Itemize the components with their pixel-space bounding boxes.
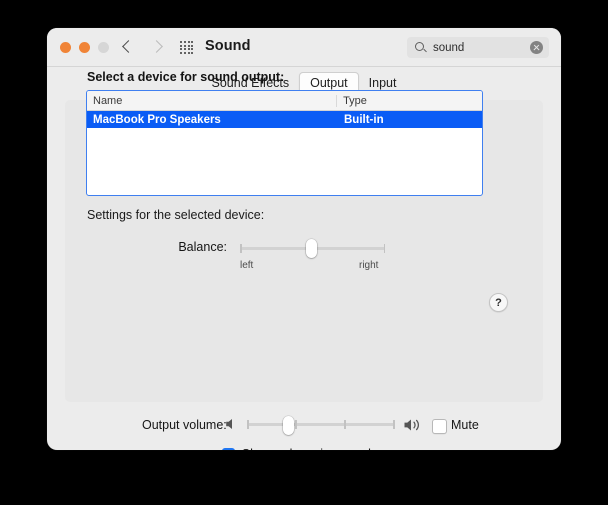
table-row[interactable]: MacBook Pro Speakers Built-in (87, 111, 482, 128)
navigation-buttons (120, 37, 165, 57)
balance-right-label: right (359, 260, 379, 271)
output-volume-label: Output volume: (142, 418, 227, 432)
volume-tick-2 (344, 420, 346, 429)
balance-label: Balance: (178, 240, 227, 254)
volume-slider-thumb[interactable] (283, 416, 294, 435)
show-volume-label: Show volume in menu bar (242, 447, 387, 450)
search-input-value[interactable]: sound (433, 42, 530, 54)
balance-left-label: left (240, 260, 254, 271)
search-icon (413, 40, 429, 56)
device-type: Built-in (344, 113, 384, 126)
back-chevron-icon[interactable] (120, 37, 136, 57)
speaker-low-icon (225, 417, 240, 436)
balance-slider[interactable] (240, 239, 385, 258)
output-volume-row: Output volume: Mute (47, 413, 561, 437)
output-volume-slider[interactable] (247, 416, 395, 435)
settings-heading: Settings for the selected device: (87, 208, 265, 222)
window-titlebar: Sound sound (47, 28, 561, 67)
grid-dots-icon[interactable] (180, 41, 194, 54)
minimize-window-button[interactable] (79, 42, 90, 53)
volume-tick-1 (295, 420, 297, 429)
forward-chevron-icon[interactable] (149, 37, 165, 57)
device-name: MacBook Pro Speakers (93, 113, 221, 126)
sound-preferences-window: Sound sound Sound Effects Output Input S… (47, 28, 561, 450)
column-header-name[interactable]: Name (87, 95, 336, 107)
balance-tick-right (383, 244, 385, 253)
help-button[interactable]: ? (489, 293, 508, 312)
page-title: Sound (205, 38, 251, 54)
show-volume-checkbox[interactable] (221, 447, 235, 450)
zoom-window-button[interactable] (98, 42, 109, 53)
search-field[interactable]: sound (407, 37, 549, 58)
mute-checkbox[interactable] (432, 419, 447, 434)
volume-tick-3 (393, 420, 395, 429)
traffic-lights (60, 42, 109, 53)
column-header-type[interactable]: Type (336, 94, 475, 107)
clear-search-icon[interactable] (530, 41, 543, 54)
volume-tick-0 (247, 420, 249, 429)
table-header-row: Name Type (87, 91, 482, 111)
devices-heading: Select a device for sound output: (87, 70, 285, 84)
mute-label: Mute (451, 418, 479, 432)
balance-slider-thumb[interactable] (306, 239, 317, 258)
show-volume-row: Show volume in menu bar (47, 444, 561, 450)
speaker-high-icon (403, 417, 425, 438)
balance-tick-left (240, 244, 242, 253)
close-window-button[interactable] (60, 42, 71, 53)
output-device-table[interactable]: Name Type MacBook Pro Speakers Built-in (86, 90, 483, 196)
volume-slider-track[interactable] (247, 423, 395, 426)
